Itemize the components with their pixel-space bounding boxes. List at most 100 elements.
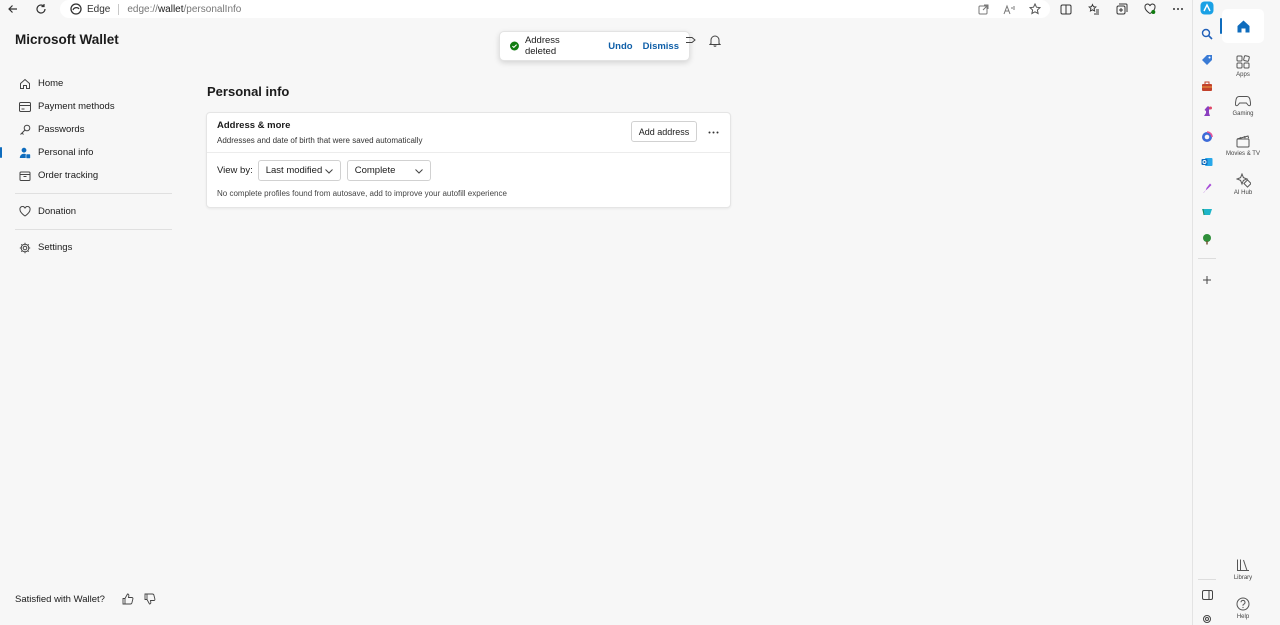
sort-selected-value: Last modified <box>265 165 323 176</box>
nav-item-payment-methods[interactable]: Payment methods <box>0 95 175 118</box>
settings-and-more-button[interactable] <box>1168 0 1188 18</box>
sidebar-item-label: Help <box>1236 614 1250 620</box>
sidebar-item-label: Apps <box>1236 72 1250 78</box>
sidebar-item-help[interactable]: Help <box>1220 596 1266 620</box>
read-aloud-icon <box>1003 4 1015 14</box>
page-title: Personal info <box>207 84 290 99</box>
more-options-button[interactable] <box>704 123 722 141</box>
sidebar-item-library[interactable]: Library <box>1220 557 1266 581</box>
sparkle-icon <box>1235 172 1251 188</box>
shopping-button[interactable] <box>1200 53 1214 67</box>
dismiss-button[interactable]: Dismiss <box>643 41 679 52</box>
address-bar[interactable]: Edge edge://wallet/personalInfo <box>60 0 1050 18</box>
designer-button[interactable] <box>1200 181 1214 195</box>
feedback-label: Satisfied with Wallet? <box>15 593 105 605</box>
sidebar-settings-button[interactable] <box>1200 612 1214 625</box>
view-by-controls: View by: Last modified Complete <box>217 160 720 181</box>
edge-sidebar-strip <box>1192 0 1220 625</box>
film-icon <box>1235 133 1251 149</box>
sidebar-item-gaming[interactable]: Gaming <box>1220 93 1266 117</box>
collections-icon <box>1116 3 1128 15</box>
nav-item-personal-info[interactable]: Personal info <box>0 141 175 164</box>
microsoft-365-button[interactable] <box>1200 130 1214 144</box>
favorite-star-button[interactable] <box>1028 2 1042 16</box>
heart-pulse-icon <box>1144 3 1156 15</box>
ellipsis-icon <box>708 131 718 133</box>
bell-icon <box>709 35 721 47</box>
thumbs-down-icon[interactable] <box>143 592 157 606</box>
url-prefix: edge:// <box>127 3 158 15</box>
copilot-button[interactable] <box>1200 1 1214 15</box>
search-button[interactable] <box>1200 27 1214 41</box>
address-card-body: View by: Last modified Complete No compl… <box>207 153 730 205</box>
key-icon <box>19 124 31 136</box>
toolbox-icon <box>1202 81 1212 91</box>
home-icon <box>1237 20 1249 32</box>
filter-dropdown[interactable]: Complete <box>346 160 431 181</box>
empty-state-message: No complete profiles found from autosave… <box>217 189 507 198</box>
home-icon <box>19 78 31 90</box>
edge-logo-icon <box>70 3 82 15</box>
shopping-cart-button[interactable] <box>1200 206 1214 220</box>
nav-item-label: Order tracking <box>38 170 99 181</box>
thumbs-up-icon[interactable] <box>121 592 135 606</box>
read-aloud-button[interactable] <box>1002 2 1016 16</box>
nav-item-home[interactable]: Home <box>0 72 175 95</box>
collections-button[interactable] <box>1112 0 1132 18</box>
notifications-button[interactable] <box>708 33 722 47</box>
split-screen-button[interactable] <box>1056 0 1076 18</box>
nav-item-order-tracking[interactable]: Order tracking <box>0 164 175 187</box>
url-path: /personalInfo <box>183 3 242 15</box>
wallet-title: Microsoft Wallet <box>15 32 119 47</box>
sidebar-item-label: Library <box>1233 575 1253 581</box>
nav-item-donation[interactable]: Donation <box>0 200 175 223</box>
hide-sidebar-button[interactable] <box>1200 588 1214 602</box>
wallet-feedback: Satisfied with Wallet? <box>15 592 157 606</box>
split-screen-icon <box>1060 4 1072 14</box>
open-in-app-button[interactable] <box>976 2 990 16</box>
nav-item-settings[interactable]: Settings <box>0 236 175 259</box>
games-button[interactable] <box>1200 104 1214 118</box>
sidebar-item-apps[interactable]: Apps <box>1220 54 1266 78</box>
browser-essentials-button[interactable] <box>1140 0 1160 18</box>
favorites-button[interactable] <box>1084 0 1104 18</box>
outlook-icon <box>1201 158 1213 166</box>
plus-icon <box>1203 276 1211 284</box>
star-icon <box>1029 3 1041 15</box>
address-card: Address & more Addresses and date of bir… <box>206 112 731 208</box>
nav-item-passwords[interactable]: Passwords <box>0 118 175 141</box>
nav-item-label: Settings <box>38 242 73 253</box>
add-address-button[interactable]: Add address <box>631 121 697 142</box>
nav-item-label: Personal info <box>38 147 94 158</box>
sidebar-home-button[interactable] <box>1220 9 1264 43</box>
back-button[interactable] <box>2 0 24 18</box>
wallet-nav: Home Payment methods Passwords Personal … <box>0 72 175 259</box>
tree-app-button[interactable] <box>1200 232 1214 246</box>
add-sidebar-app-button[interactable] <box>1200 273 1214 287</box>
undo-button[interactable]: Undo <box>608 41 632 52</box>
browser-toolbar: Edge edge://wallet/personalInfo <box>0 0 1192 18</box>
outlook-button[interactable] <box>1200 155 1214 169</box>
sort-dropdown[interactable]: Last modified <box>257 160 341 181</box>
tree-icon <box>1203 234 1211 245</box>
tools-button[interactable] <box>1200 79 1214 93</box>
gamepad-icon <box>1235 93 1251 109</box>
tag-icon <box>686 37 696 43</box>
person-icon <box>19 147 31 159</box>
search-icon <box>1201 28 1213 40</box>
nav-item-label: Payment methods <box>38 101 115 112</box>
tag-button[interactable] <box>686 33 696 47</box>
open-external-icon <box>978 4 988 14</box>
refresh-button[interactable] <box>30 0 52 18</box>
favorites-icon <box>1088 3 1099 15</box>
sidebar-item-ai-hub[interactable]: AI Hub <box>1220 172 1266 196</box>
strip-divider <box>1198 579 1216 580</box>
chevron-down-icon <box>324 168 333 174</box>
view-by-label: View by: <box>217 165 253 176</box>
success-check-icon <box>510 41 519 51</box>
sidebar-item-movies-tv[interactable]: Movies & TV <box>1220 133 1266 157</box>
sidebar-item-label: Movies & TV <box>1226 151 1260 157</box>
card-icon <box>19 101 31 113</box>
filter-selected-value: Complete <box>354 165 396 176</box>
sidebar-panel-icon <box>1201 590 1213 600</box>
